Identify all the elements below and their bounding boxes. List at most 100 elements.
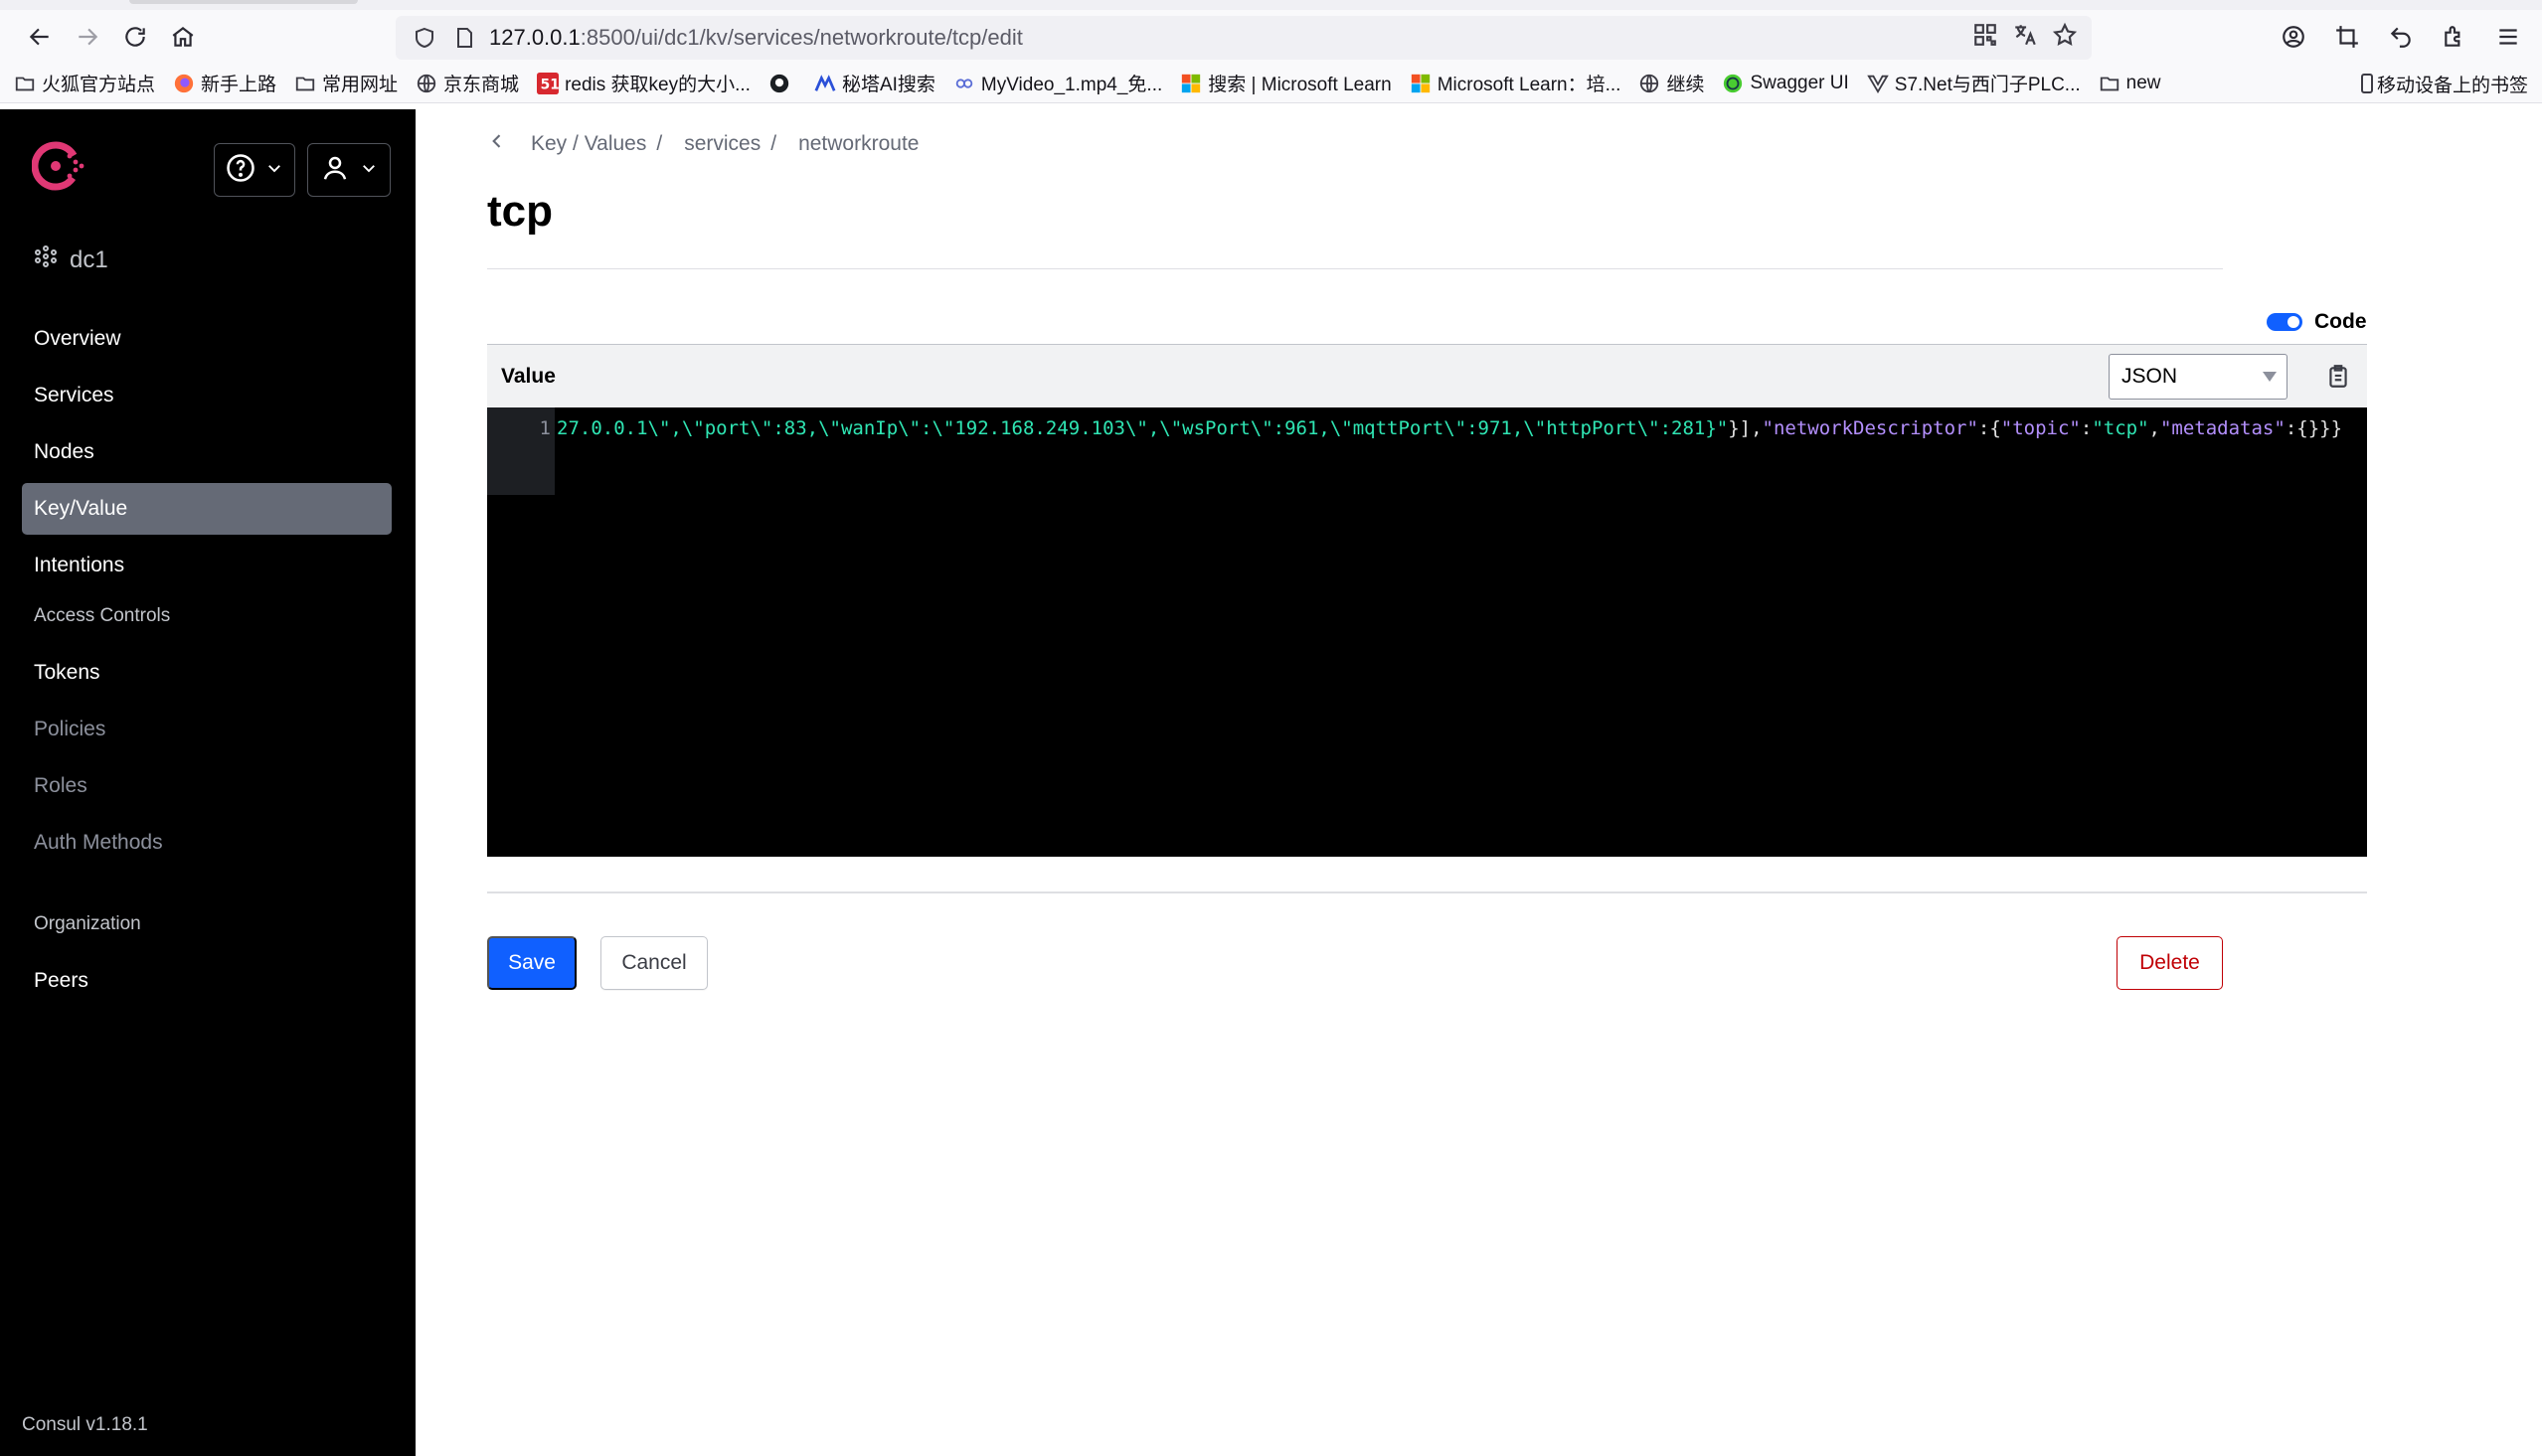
folder-icon [14,73,36,94]
folder-icon [2099,73,2120,94]
consul-logo-icon[interactable] [32,139,85,193]
bookmark-label: MyVideo_1.mp4_免... [980,75,1163,95]
breadcrumb-kv-link[interactable]: Key / Values [531,132,646,156]
code-token: "tcp" [2092,417,2149,439]
url-path: :8500/ui/dc1/kv/services/networkroute/tc… [580,25,1023,50]
bookmark-item[interactable]: 新手上路 [173,70,276,96]
cnblogs-icon: 51 [537,72,560,94]
syntax-mode-value: JSON [2121,365,2178,388]
organization-heading: Organization [34,913,141,934]
bookmark-item[interactable]: new [2099,73,2161,94]
bookmark-item[interactable]: S7.Net与西门子PLC... [1866,70,2081,96]
bookmark-item[interactable]: 继续 [1638,70,1704,96]
metaso-icon [814,73,836,94]
bookmark-label: new [2125,72,2161,93]
forward-icon[interactable] [64,13,111,61]
access-nav: Access Controls Tokens Policies Roles Auth … [22,590,392,1012]
code-token: , [2148,417,2160,439]
code-token: "networkDescriptor" [1762,417,1978,439]
save-button[interactable]: Save [487,936,577,990]
breadcrumb-separator: / [770,132,777,155]
user-icon [320,153,350,188]
menu-icon[interactable] [2484,13,2532,61]
shield-icon[interactable] [410,23,439,53]
help-menu-button[interactable] [214,143,295,197]
code-token: "topic" [2000,417,2081,439]
undo-icon[interactable] [2377,13,2425,61]
cancel-button[interactable]: Cancel [600,936,708,990]
datacenter-selector[interactable]: dc1 [34,244,108,275]
sidebar-item-policies[interactable]: Policies [22,704,392,755]
code-switch[interactable] [2267,313,2302,331]
bookmark-star-icon[interactable] [2052,22,2078,54]
chevron-down-icon [265,159,283,182]
sidebar-item-tokens[interactable]: Tokens [22,647,392,699]
mobile-bookmarks-folder[interactable]: 移动设备上的书签 [2360,64,2528,103]
sidebar-item-roles[interactable]: Roles [22,760,392,812]
bookmark-item[interactable]: Microsoft Learn：培... [1410,70,1621,96]
swagger-icon [1722,73,1744,94]
bookmark-item[interactable]: Swagger UI [1722,73,1849,94]
code-toggle[interactable]: Code [2267,310,2367,334]
bookmark-item[interactable]: MyVideo_1.mp4_免... [953,70,1162,96]
back-icon[interactable] [16,13,64,61]
bookmark-item[interactable]: 火狐官方站点 [14,70,155,96]
sidebar-item-overview[interactable]: Overview [22,313,392,365]
sidebar-item-auth-methods[interactable]: Auth Methods [22,817,392,869]
extensions-icon[interactable] [2431,13,2478,61]
mobile-bookmarks-label: 移动设备上的书签 [2376,75,2528,96]
caret-down-icon [2263,372,2277,382]
value-label: Value [501,364,556,388]
active-tab[interactable] [129,0,358,4]
access-controls-heading: Access Controls [34,605,171,626]
bookmark-label: S7.Net与西门子PLC... [1894,75,2081,95]
switch-knob [2288,316,2299,328]
folder-icon [294,73,316,94]
url-host: 127.0.0.1 [489,25,581,50]
chevron-down-icon [360,159,378,182]
translate-icon[interactable] [2012,22,2038,54]
chevron-left-icon[interactable] [487,131,531,157]
code-token: 27.0.0.1\",\"port\":83,\"wanIp\":\"192.1… [557,417,1729,439]
editor-toolbar: Value JSON [487,344,2367,407]
consul-app: dc1 Overview Services Nodes Key/Value Intent… [0,109,2542,1456]
qr-code-icon[interactable] [1972,22,1998,54]
bookmark-label: Microsoft Learn：培... [1437,75,1621,95]
page-info-icon[interactable] [449,23,479,53]
delete-button[interactable]: Delete [2117,936,2223,990]
user-menu-button[interactable] [307,143,391,197]
screenshot-crop-icon[interactable] [2323,13,2371,61]
line-number: 1 [539,417,551,439]
url-bar[interactable]: 127.0.0.1:8500/ui/dc1/kv/services/networ… [396,16,2092,60]
reload-icon[interactable] [111,13,159,61]
browser-toolbar: 127.0.0.1:8500/ui/dc1/kv/services/networ… [0,10,2542,64]
breadcrumb-networkroute-link[interactable]: networkroute [798,132,919,156]
bookmark-label: 京东商城 [443,75,520,95]
code-token: : [2080,417,2093,439]
sidebar-item-peers[interactable]: Peers [22,955,392,1007]
bookmark-item[interactable]: 常用网址 [294,70,398,96]
code-editor[interactable]: 1 27.0.0.1\",\"port\":83,\"wanIp\":\"192… [487,407,2367,857]
copy-icon[interactable] [2318,357,2358,397]
microsoft-icon [1410,73,1432,94]
sidebar-item-services[interactable]: Services [22,370,392,421]
bookmark-item[interactable]: 51 redis 获取key的大小... [537,70,751,96]
syntax-mode-select[interactable]: JSON [2109,354,2288,400]
account-icon[interactable] [2270,13,2317,61]
bookmark-item[interactable]: 京东商城 [416,70,519,96]
form-divider [487,891,2367,893]
bookmark-item[interactable] [768,73,796,94]
sidebar-item-key-value[interactable]: Key/Value [22,483,392,535]
bookmark-item[interactable]: 搜索 | Microsoft Learn [1180,70,1392,96]
home-icon[interactable] [159,13,207,61]
sidebar-item-intentions[interactable]: Intentions [22,540,392,591]
bookmark-label: 搜索 | Microsoft Learn [1208,75,1392,95]
sidebar-item-nodes[interactable]: Nodes [22,426,392,478]
bookmarks-bar: 火狐官方站点 新手上路 常用网址 京东商城 51 redis 获取key的大小... 秘塔A… [0,64,2542,103]
bookmark-label: 继续 [1666,75,1705,95]
breadcrumb-services-link[interactable]: services [684,132,761,156]
code-line[interactable]: 27.0.0.1\",\"port\":83,\"wanIp\":\"192.1… [557,417,2342,439]
bookmark-item[interactable]: 秘塔AI搜索 [814,70,935,96]
firefox-icon [173,73,195,94]
page-title: tcp [487,187,553,236]
